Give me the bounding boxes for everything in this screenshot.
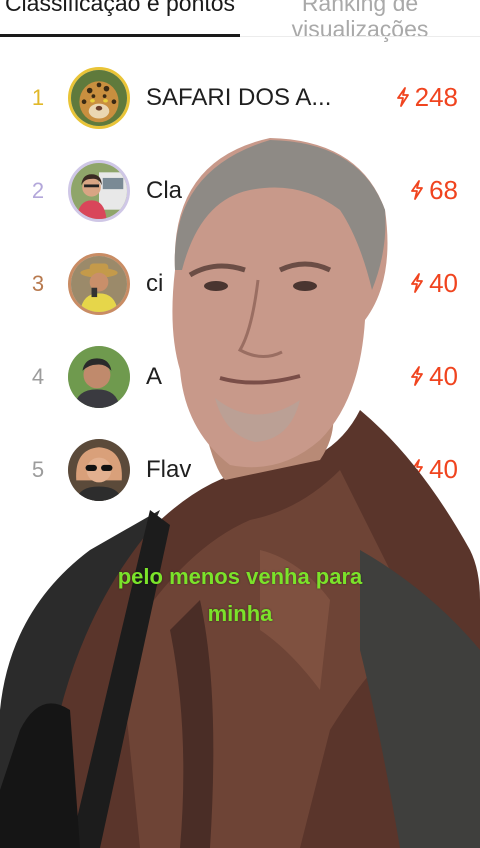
score-value: 248 bbox=[414, 81, 458, 112]
score: 248 bbox=[395, 80, 458, 114]
caption-line-1: pelo menos venha para bbox=[117, 564, 363, 589]
streamer-video-overlay bbox=[0, 130, 480, 848]
tab-classificacao[interactable]: Classificação e pontos bbox=[0, 0, 240, 16]
rank-number: 1 bbox=[31, 85, 45, 110]
caption-line-2: minha bbox=[207, 601, 273, 626]
user-name: SAFARI DOS A... bbox=[146, 84, 332, 111]
tab-classificacao-label: Classificação e pontos bbox=[4, 0, 236, 16]
video-caption: pelo menos venha para minha bbox=[40, 558, 440, 632]
ranking-tabs: Classificação e pontos Ranking de visual… bbox=[0, 0, 480, 42]
active-tab-indicator bbox=[0, 34, 240, 37]
lightning-icon bbox=[396, 87, 409, 107]
tab-divider bbox=[240, 36, 480, 37]
jaguar-avatar-icon[interactable] bbox=[68, 67, 130, 129]
